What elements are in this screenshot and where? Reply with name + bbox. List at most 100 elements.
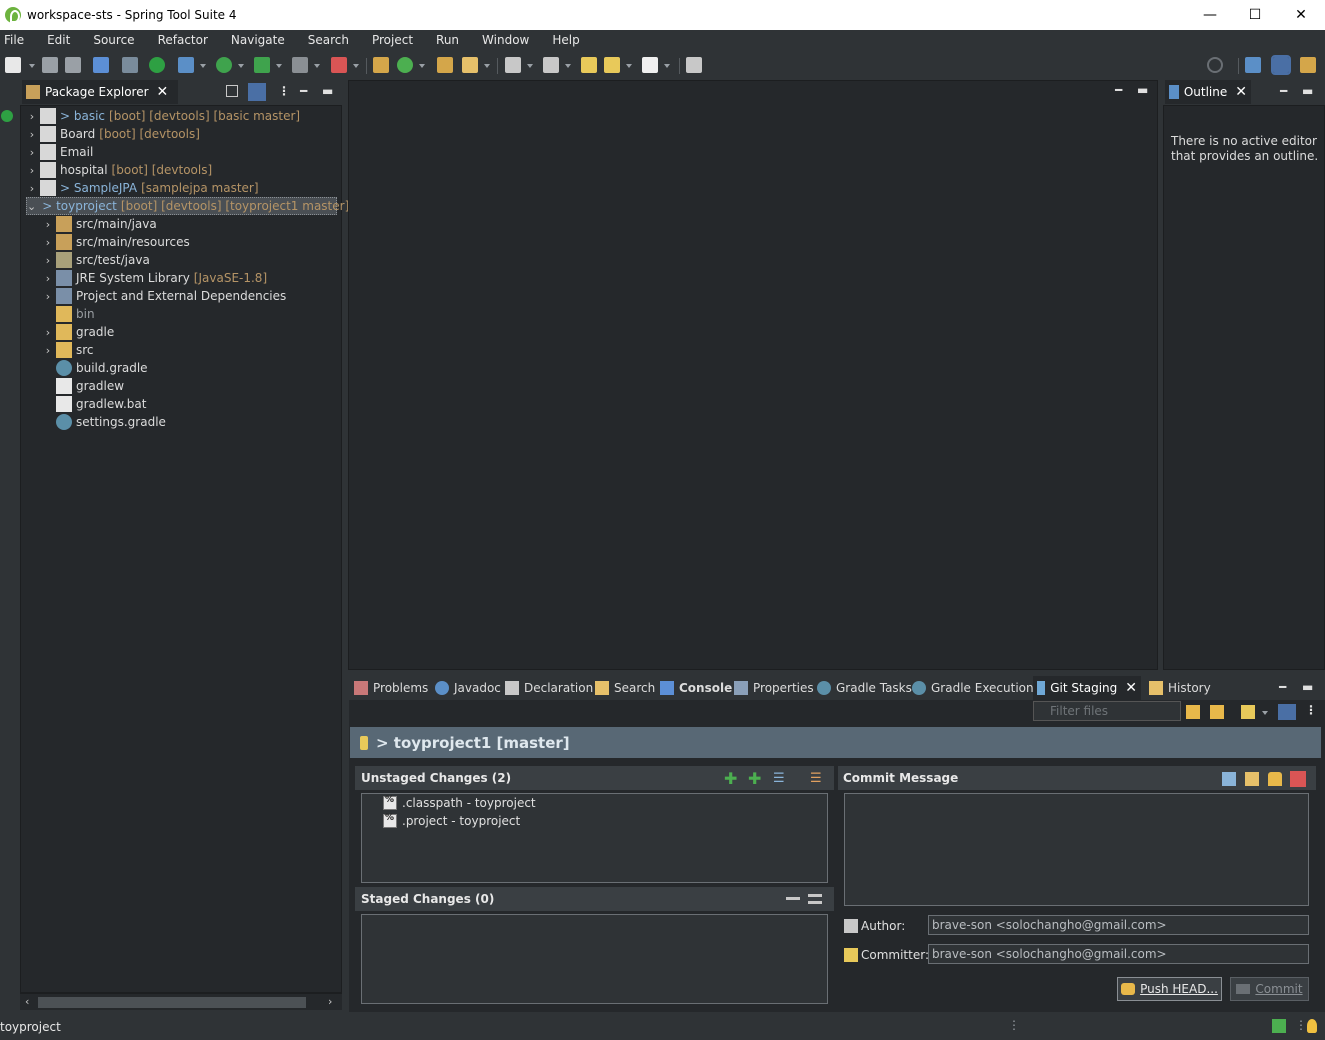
tab-problems[interactable]: Problems	[350, 676, 432, 700]
tab-history[interactable]: History	[1145, 676, 1215, 700]
staged-files-list[interactable]	[361, 914, 828, 1004]
editor-area[interactable]: ━ ▬	[348, 80, 1158, 670]
collapse-icon[interactable]: ⌄	[27, 200, 36, 213]
lock-icon[interactable]	[1268, 772, 1282, 786]
horizontal-scrollbar[interactable]: ‹ ›	[20, 993, 342, 1010]
menu-navigate[interactable]: Navigate	[217, 33, 294, 47]
compare-mode-icon[interactable]	[1278, 704, 1296, 720]
expand-icon[interactable]: ›	[42, 272, 54, 285]
expand-icon[interactable]: ›	[42, 344, 54, 357]
new-class-dropdown-icon[interactable]	[419, 64, 425, 68]
repository-dropdown-icon[interactable]	[1262, 711, 1268, 715]
run-dropdown-icon[interactable]	[238, 64, 244, 68]
boot-dashboard-trim-icon[interactable]	[1, 110, 13, 122]
scrollbar-thumb[interactable]	[38, 997, 306, 1008]
sort-icon[interactable]: ☰	[810, 772, 824, 786]
committer-field[interactable]: brave-son <solochangho@gmail.com>	[928, 944, 1309, 964]
amend-icon[interactable]	[1245, 772, 1259, 786]
tree-node-toyproject[interactable]: ⌄ > toyproject [boot] [devtools] [toypro…	[26, 197, 349, 215]
push-head-button[interactable]: Push HEAD...	[1117, 977, 1222, 1001]
relaunch-dropdown-icon[interactable]	[353, 64, 359, 68]
run-icon[interactable]	[216, 57, 232, 73]
stop-icon[interactable]	[292, 57, 308, 73]
expand-icon[interactable]: ›	[26, 128, 38, 141]
expand-icon[interactable]: ›	[26, 182, 38, 195]
relaunch-icon[interactable]	[331, 57, 347, 73]
tip-icon[interactable]	[1307, 1019, 1317, 1033]
next-annotation-icon[interactable]	[543, 57, 559, 73]
scroll-left-icon[interactable]: ‹	[25, 995, 29, 1008]
tab-gradle-executions[interactable]: Gradle Executions	[908, 676, 1044, 700]
forward-icon[interactable]	[642, 57, 658, 73]
scroll-right-icon[interactable]: ›	[328, 995, 332, 1008]
view-menu-icon[interactable]: ⋮	[1305, 703, 1317, 717]
back-icon[interactable]	[604, 57, 620, 73]
commit-message-input[interactable]	[844, 793, 1309, 906]
close-icon[interactable]: ✕	[157, 84, 169, 100]
expand-icon[interactable]: ›	[42, 254, 54, 267]
menu-source[interactable]: Source	[79, 33, 143, 47]
list-item[interactable]: .project - toyproject	[383, 812, 520, 830]
back-dropdown-icon[interactable]	[626, 64, 632, 68]
tree-node-gradlew[interactable]: gradlew	[42, 377, 124, 395]
view-menu-icon[interactable]: ⋮	[278, 84, 290, 98]
tab-properties[interactable]: Properties	[730, 676, 818, 700]
tab-search[interactable]: Search	[591, 676, 659, 700]
close-icon[interactable]: ✕	[1235, 84, 1247, 100]
minimize-view-icon[interactable]: ━	[300, 84, 307, 98]
new-icon[interactable]	[5, 57, 21, 73]
last-edit-icon[interactable]	[581, 57, 597, 73]
tree-node-src-test-java[interactable]: › src/test/java	[42, 251, 150, 269]
tab-gradle-tasks[interactable]: Gradle Tasks	[813, 676, 916, 700]
tab-console[interactable]: Console	[656, 676, 736, 700]
menu-search[interactable]: Search	[294, 33, 358, 47]
tree-node-email[interactable]: › Email	[26, 143, 93, 161]
add-all-icon[interactable]: ✚	[748, 771, 762, 787]
open-perspective-icon[interactable]	[1245, 57, 1261, 73]
expand-icon[interactable]: ›	[42, 218, 54, 231]
tree-node-src-main-java[interactable]: › src/main/java	[42, 215, 157, 233]
next-annotation-dropdown-icon[interactable]	[565, 64, 571, 68]
new-dropdown-icon[interactable]	[29, 64, 35, 68]
gerrit-icon[interactable]	[1290, 771, 1306, 787]
annotation-dropdown-icon[interactable]	[527, 64, 533, 68]
expand-icon[interactable]: ›	[26, 164, 38, 177]
tree-node-jre-library[interactable]: › JRE System Library [JavaSE-1.8]	[42, 269, 267, 287]
tree-node-src[interactable]: › src	[42, 341, 94, 359]
menu-project[interactable]: Project	[358, 33, 422, 47]
run-external-icon[interactable]	[254, 57, 270, 73]
tree-node-samplejpa[interactable]: › > SampleJPA [samplejpa master]	[26, 179, 259, 197]
open-type-icon[interactable]	[437, 57, 453, 73]
tab-javadoc[interactable]: Javadoc	[431, 676, 505, 700]
boot-dashboard-icon[interactable]	[149, 57, 165, 73]
tab-outline[interactable]: Outline ✕	[1165, 80, 1251, 104]
repository-icon[interactable]	[1241, 705, 1255, 719]
run-external-dropdown-icon[interactable]	[276, 64, 282, 68]
close-button[interactable]: ✕	[1278, 0, 1324, 30]
commit-button[interactable]: Commit	[1230, 977, 1309, 1001]
add-to-index-icon[interactable]: ✚	[724, 771, 738, 787]
list-item[interactable]: .classpath - toyproject	[383, 794, 536, 812]
maximize-button[interactable]: ☐	[1232, 0, 1278, 30]
list-presentation-icon[interactable]: ☰	[773, 772, 787, 786]
java-perspective-icon[interactable]	[1271, 55, 1291, 75]
menu-help[interactable]: Help	[538, 33, 588, 47]
debug-dropdown-icon[interactable]	[200, 64, 206, 68]
expand-icon[interactable]: ›	[26, 110, 38, 123]
console-icon[interactable]	[93, 57, 109, 73]
expand-icon[interactable]: ›	[26, 146, 38, 159]
author-field[interactable]: brave-son <solochangho@gmail.com>	[928, 915, 1309, 935]
tree-node-dependencies[interactable]: › Project and External Dependencies	[42, 287, 286, 305]
filter-files-input[interactable]: Filter files	[1033, 701, 1181, 721]
refresh-icon[interactable]	[1186, 705, 1200, 719]
expand-icon[interactable]: ›	[42, 236, 54, 249]
menu-window[interactable]: Window	[468, 33, 538, 47]
tree-node-basic[interactable]: › > basic [boot] [devtools] [basic maste…	[26, 107, 300, 125]
tree-node-bin[interactable]: bin	[42, 305, 95, 323]
remove-from-index-icon[interactable]	[786, 897, 800, 900]
new-class-icon[interactable]	[397, 57, 413, 73]
expand-icon[interactable]: ›	[42, 290, 54, 303]
tab-declaration[interactable]: Declaration	[501, 676, 597, 700]
new-java-project-icon[interactable]	[373, 57, 389, 73]
menu-refactor[interactable]: Refactor	[144, 33, 217, 47]
